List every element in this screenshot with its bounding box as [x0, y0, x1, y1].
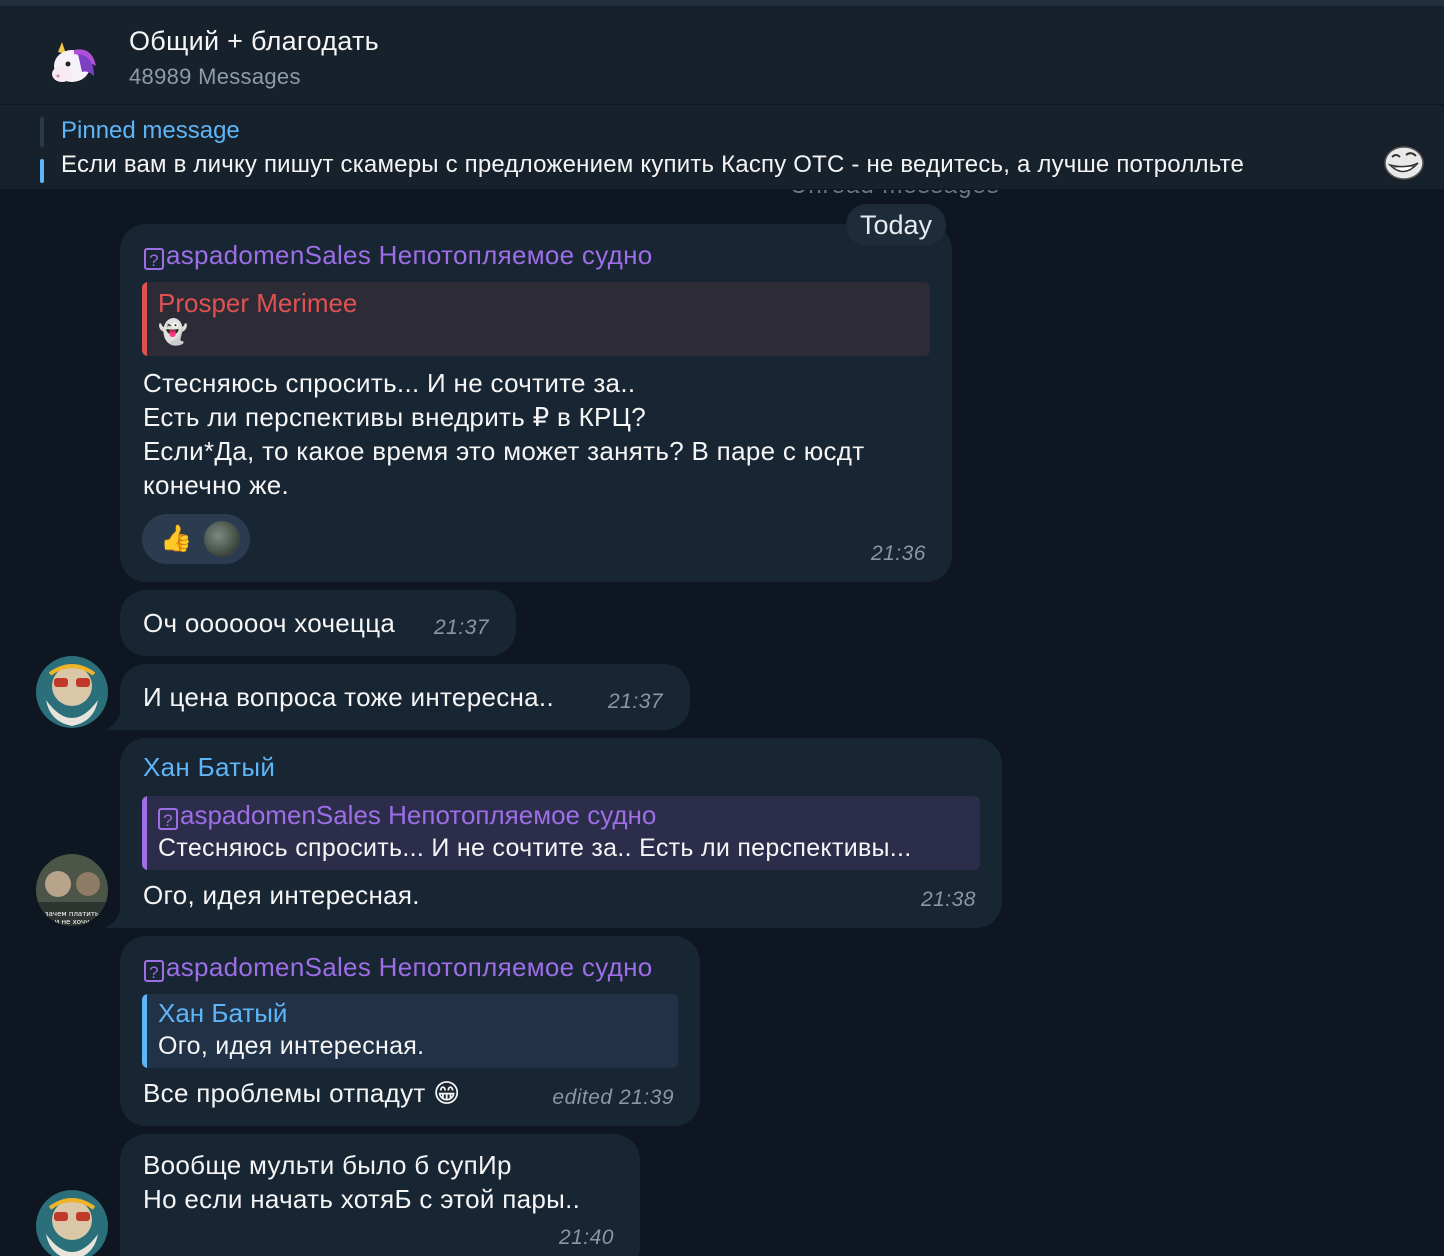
pinned-message-bar[interactable]: Pinned message Если вам в личку пишут ск…	[0, 105, 1444, 190]
message-time: edited 21:39	[552, 1086, 674, 1109]
reply-bar	[142, 994, 147, 1068]
reply-bar	[142, 282, 147, 356]
forwarded-from-name[interactable]: aspadomenSales Непотопляемое судно	[166, 952, 653, 982]
pinned-indicator-active	[40, 159, 44, 183]
unicorn-icon[interactable]	[44, 32, 100, 88]
user-avatar[interactable]	[36, 656, 108, 728]
user-avatar[interactable]	[36, 1190, 108, 1256]
message-bubble[interactable]: ? aspadomenSales Непотопляемое судно Pros…	[120, 224, 952, 582]
pinned-title: Pinned message	[61, 117, 240, 144]
question-icon: ?	[158, 808, 178, 830]
message-text: Все проблемы отпадут 😁	[143, 1076, 461, 1110]
message-bubble[interactable]: Вообще мульти было б супИр Но если начат…	[120, 1134, 640, 1256]
reply-bar	[142, 796, 147, 870]
svg-text:зачем платить: зачем платить	[45, 910, 99, 918]
message-text: Стесняюсь спросить... И не сочтите за.. …	[143, 366, 943, 502]
pinned-indicator-inactive	[40, 117, 44, 147]
thumbs-up-icon[interactable]: 👍	[160, 523, 192, 554]
message-text-body: Все проблемы отпадут	[143, 1078, 426, 1108]
bubble-tail	[104, 706, 128, 730]
message-line: Есть ли перспективы внедрить ₽ в КРЦ?	[143, 402, 646, 432]
message-bubble[interactable]: ? aspadomenSales Непотопляемое судно Хан …	[120, 936, 700, 1126]
chat-title[interactable]: Общий + благодать	[129, 26, 379, 57]
message-text: И цена вопроса тоже интересна..	[143, 682, 554, 712]
message-line: конечно же.	[143, 470, 290, 500]
message-time: 21:37	[434, 616, 490, 639]
question-icon: ?	[144, 248, 164, 270]
forwarded-from-name[interactable]: aspadomenSales Непотопляемое судно	[166, 240, 653, 270]
trollface-icon	[1384, 145, 1424, 181]
question-icon: ?	[144, 960, 164, 982]
message-line: Стесняюсь спросить... И не сочтите за..	[143, 368, 636, 398]
message-bubble[interactable]: Хан Батый ? aspadomenSales Непотопляемое …	[120, 738, 1002, 928]
message-bubble[interactable]: И цена вопроса тоже интересна.. 21:37	[120, 664, 690, 730]
unread-messages-divider: Unread messages	[790, 190, 1000, 200]
message-line: Вообще мульти было б супИр	[143, 1150, 512, 1180]
message-bubble[interactable]: Оч ооооооч хочецца 21:37	[120, 590, 516, 656]
reactions-pill[interactable]: 👍	[142, 514, 250, 564]
message-count: 48989 Messages	[129, 64, 301, 89]
message-text: Оч ооооооч хочецца	[143, 608, 396, 638]
reply-author: Хан Батый	[158, 998, 288, 1028]
message-list[interactable]: Unread messages Today ?aspadomenSales Не…	[0, 190, 1444, 1256]
reply-text: Ого, идея интересная.	[158, 1032, 425, 1060]
reply-author: Prosper Merimee	[158, 288, 358, 318]
reply-author-name: aspadomenSales Непотопляемое судно	[180, 800, 657, 830]
message-line: Но если начать хотяБ с этой пары..	[143, 1184, 581, 1214]
reactor-avatar[interactable]	[204, 521, 240, 557]
message-text: Вообще мульти было б супИр Но если начат…	[143, 1148, 580, 1216]
reply-text: Стесняюсь спросить... И не сочтите за.. …	[158, 834, 912, 862]
message-text: Ого, идея интересная.	[143, 880, 420, 910]
ghost-icon: 👻	[158, 319, 189, 346]
grinning-face-icon: 😁	[433, 1078, 461, 1108]
forwarded-from[interactable]: ? aspadomenSales Непотопляемое судно	[144, 240, 653, 271]
message-time: 21:40	[558, 1226, 614, 1249]
bubble-tail	[104, 904, 128, 928]
svg-text:и не хочу: и не хочу	[55, 918, 90, 926]
reply-author: ? aspadomenSales Непотопляемое судно	[158, 800, 656, 831]
message-time: 21:36	[870, 542, 926, 565]
date-separator: Today	[846, 204, 947, 246]
message-time: 21:37	[608, 690, 664, 713]
reply-quote[interactable]: ? aspadomenSales Непотопляемое судно Стес…	[142, 796, 980, 870]
message-time: 21:38	[920, 888, 976, 911]
user-avatar[interactable]: зачем платить и не хочу	[36, 854, 108, 926]
reply-quote[interactable]: Хан Батый Ого, идея интересная.	[142, 994, 678, 1068]
forwarded-from[interactable]: ? aspadomenSales Непотопляемое судно	[144, 952, 653, 983]
sender-name[interactable]: Хан Батый	[143, 752, 275, 783]
reply-quote[interactable]: Prosper Merimee 👻	[142, 282, 930, 356]
pinned-text: Если вам в личку пишут скамеры с предлож…	[61, 151, 1245, 178]
message-line: Если*Да, то какое время это может занять…	[143, 436, 865, 466]
chat-header[interactable]: Общий + благодать 48989 Messages	[0, 6, 1444, 105]
